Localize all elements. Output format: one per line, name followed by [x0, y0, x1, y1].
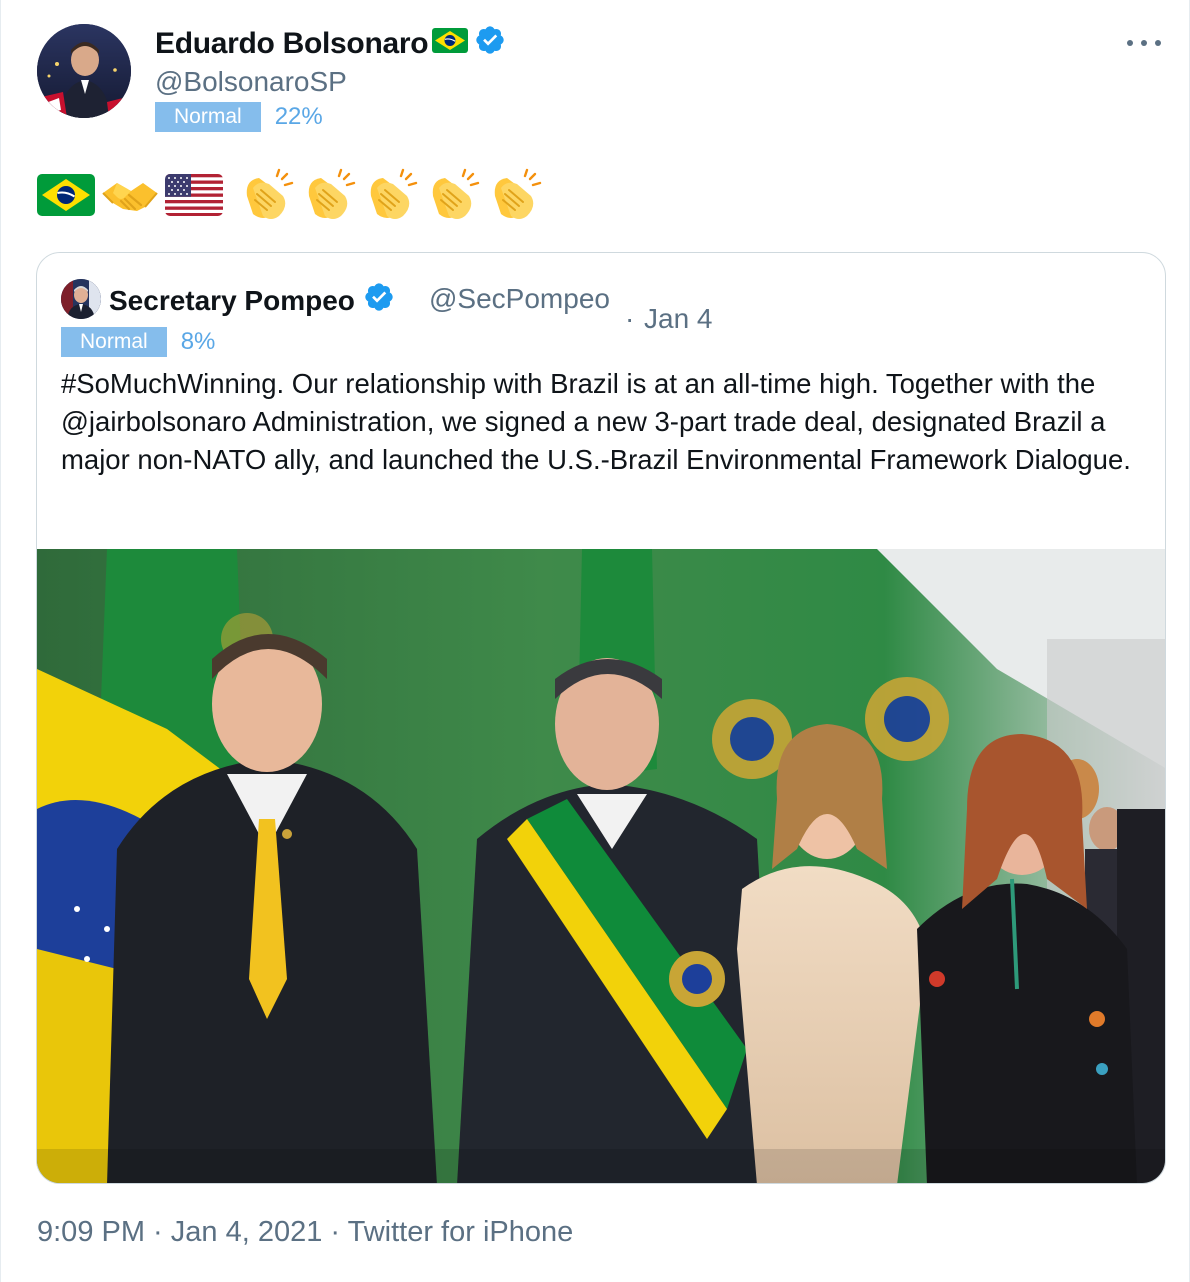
- author-name[interactable]: Eduardo Bolsonaro: [155, 27, 429, 61]
- quoted-sentiment-badge: Normal: [61, 327, 167, 357]
- quoted-author-handle[interactable]: @SecPompeo: [429, 283, 610, 315]
- clapping-hands-icon: [239, 166, 297, 224]
- quoted-sentiment-badge-row: Normal 8%: [61, 327, 215, 357]
- author-avatar[interactable]: [37, 24, 131, 118]
- quoted-date[interactable]: Jan 4: [644, 303, 713, 335]
- more-dots-icon[interactable]: [1127, 36, 1161, 50]
- handshake-icon: [101, 173, 159, 217]
- brazil-flag-icon: [432, 27, 469, 61]
- clapping-hands-icon: [487, 166, 545, 224]
- clapping-hands-icon: [425, 166, 483, 224]
- quoted-tweet-photo[interactable]: [37, 549, 1165, 1183]
- tweet: Eduardo Bolsonaro @BolsonaroSP Normal 22…: [0, 0, 1190, 1282]
- sentiment-badge-row: Normal 22%: [155, 102, 323, 132]
- usa-flag-icon: [165, 174, 223, 216]
- brazil-flag-icon: [37, 174, 95, 216]
- quoted-tweet-card[interactable]: Secretary Pompeo @SecPompeo · Jan 4 Norm…: [36, 252, 1166, 1184]
- quoted-separator: ·: [625, 303, 635, 334]
- quoted-author-name-row[interactable]: Secretary Pompeo: [109, 281, 395, 320]
- quoted-tweet-text: #SoMuchWinning. Our relationship with Br…: [61, 368, 1131, 475]
- author-name-row[interactable]: Eduardo Bolsonaro: [155, 24, 506, 64]
- verified-badge-icon: [474, 24, 506, 64]
- tweet-source[interactable]: Twitter for iPhone: [348, 1216, 574, 1248]
- sentiment-percent: 22%: [274, 103, 323, 130]
- quoted-sentiment-percent: 8%: [180, 328, 216, 355]
- clapping-hands-icon: [301, 166, 359, 224]
- clapping-hands-icon: [363, 166, 421, 224]
- quoted-author-avatar[interactable]: [61, 279, 101, 319]
- author-handle[interactable]: @BolsonaroSP: [155, 66, 347, 98]
- tweet-text: [37, 164, 545, 226]
- tweet-meta: 9:09 PM · Jan 4, 2021 · Twitter for iPho…: [37, 1216, 573, 1249]
- sentiment-badge: Normal: [155, 102, 261, 132]
- verified-badge-icon: [363, 281, 395, 320]
- quoted-author-name[interactable]: Secretary Pompeo: [109, 285, 355, 317]
- tweet-timestamp[interactable]: 9:09 PM · Jan 4, 2021 ·: [37, 1216, 348, 1248]
